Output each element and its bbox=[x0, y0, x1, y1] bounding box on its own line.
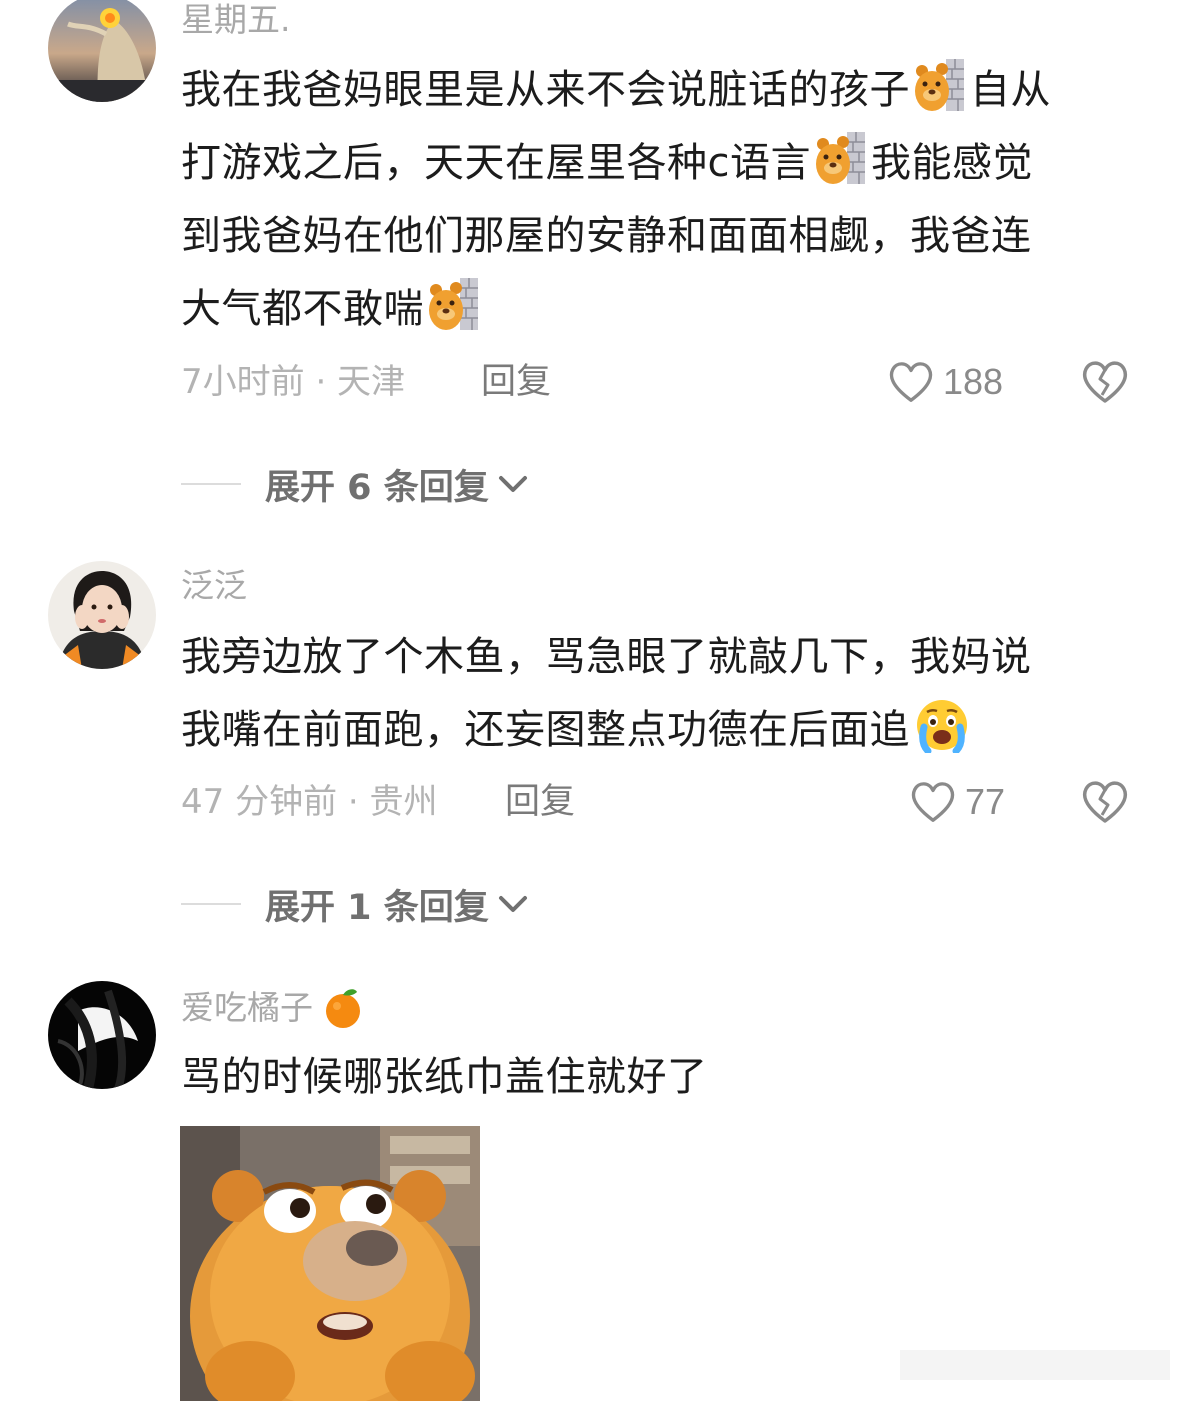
comment-line: 到我爸妈在他们那屋的安静和面面相觑，我爸连 bbox=[181, 213, 1032, 259]
comment-line: 我旁边放了个木鱼，骂急眼了就敲几下，我妈说 bbox=[181, 634, 1032, 680]
divider bbox=[181, 903, 241, 905]
bear-cartoon-sticker[interactable] bbox=[180, 1126, 480, 1401]
reply-button[interactable]: 回复 bbox=[481, 360, 551, 404]
bear-peeking-wall-emoji bbox=[914, 57, 966, 113]
divider bbox=[181, 483, 241, 485]
tangerine-emoji bbox=[326, 989, 360, 1028]
comment-line: 打游戏之后，天天在屋里各种c语言 bbox=[181, 140, 811, 186]
broken-heart-icon[interactable] bbox=[1080, 777, 1130, 827]
comment-line: 我能感觉 bbox=[871, 140, 1033, 186]
time-location: 47 分钟前 · 贵州 bbox=[181, 782, 438, 822]
comment-line: 大气都不敢喘 bbox=[181, 286, 424, 332]
expand-replies-button[interactable]: 展开 6 条回复 bbox=[181, 459, 529, 509]
chevron-down-icon bbox=[497, 893, 529, 915]
reply-button[interactable]: 回复 bbox=[505, 780, 575, 824]
heart-icon bbox=[909, 778, 957, 826]
time-location: 7小时前 · 天津 bbox=[181, 362, 406, 402]
comment-line: 自从 bbox=[970, 67, 1051, 113]
username[interactable]: 泛泛 bbox=[181, 566, 247, 606]
avatar[interactable] bbox=[48, 561, 156, 669]
expand-replies-button[interactable]: 展开 1 条回复 bbox=[181, 879, 529, 929]
bear-peeking-wall-emoji bbox=[428, 276, 480, 332]
expand-replies-label: 展开 6 条回复 bbox=[265, 467, 489, 508]
expand-replies-label: 展开 1 条回复 bbox=[265, 887, 489, 928]
chevron-down-icon bbox=[497, 473, 529, 495]
like-count: 188 bbox=[943, 361, 1004, 402]
comment-text: 骂的时候哪张纸巾盖住就好了 bbox=[181, 1041, 1141, 1114]
comment-text: 我旁边放了个木鱼，骂急眼了就敲几下，我妈说 我嘴在前面跑，还妄图整点功德在后面追 bbox=[181, 621, 1141, 767]
comment-line: 骂的时候哪张纸巾盖住就好了 bbox=[181, 1054, 708, 1100]
like-count: 77 bbox=[965, 781, 1006, 822]
like-button[interactable]: 77 bbox=[909, 777, 1005, 827]
bear-peeking-wall-emoji bbox=[815, 130, 867, 186]
heart-icon bbox=[887, 358, 935, 406]
broken-heart-icon[interactable] bbox=[1080, 357, 1130, 407]
username[interactable]: 星期五. bbox=[181, 0, 291, 40]
username-text: 爱吃橘子 bbox=[181, 988, 313, 1027]
username[interactable]: 爱吃橘子 bbox=[181, 986, 365, 1030]
watermark bbox=[900, 1350, 1170, 1380]
crying-face-emoji bbox=[914, 697, 970, 753]
avatar[interactable] bbox=[48, 981, 156, 1089]
like-button[interactable]: 188 bbox=[887, 357, 1003, 407]
comment-text: 我在我爸妈眼里是从来不会说脏话的孩子 自从 打游戏之后，天天在屋里各种c语言 我能感… bbox=[181, 54, 1141, 346]
comment-line: 我在我爸妈眼里是从来不会说脏话的孩子 bbox=[181, 67, 910, 113]
avatar[interactable] bbox=[48, 0, 156, 102]
comment-line: 我嘴在前面跑，还妄图整点功德在后面追 bbox=[181, 707, 910, 753]
